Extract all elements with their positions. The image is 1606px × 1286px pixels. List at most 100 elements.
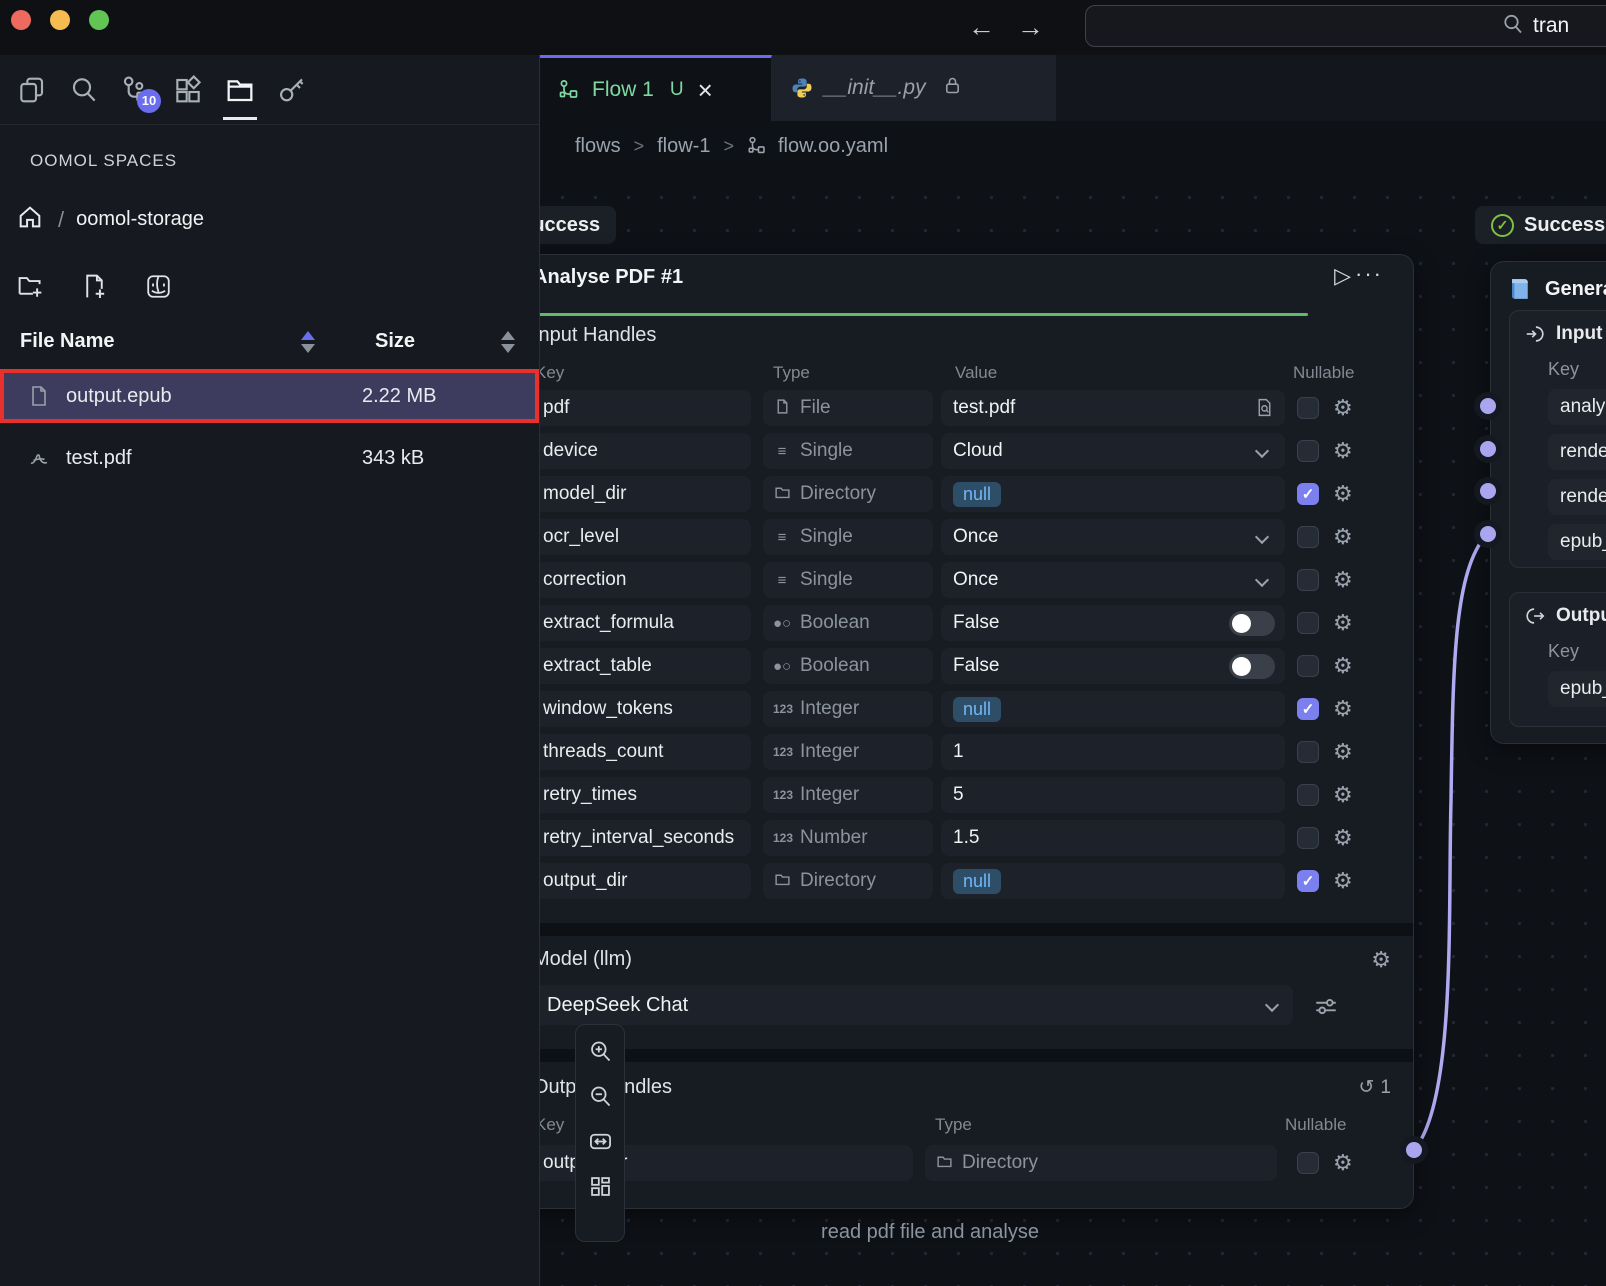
handle-value-field[interactable]: False null (941, 605, 1285, 641)
nullable-checkbox[interactable] (1297, 440, 1319, 462)
gear-icon[interactable]: ⚙ (1333, 741, 1353, 763)
handle-value-field[interactable]: 5 null (941, 777, 1285, 813)
node-generate[interactable]: Genera Input H Key analysrenderendeepub_ (1490, 261, 1606, 744)
nullable-checkbox[interactable] (1297, 784, 1319, 806)
activity-extensions-button[interactable] (162, 55, 214, 125)
nullable-checkbox[interactable] (1297, 870, 1319, 892)
nullable-checkbox[interactable] (1297, 741, 1319, 763)
tab-flow-1[interactable]: Flow 1 U × (540, 55, 772, 121)
file-picker-icon[interactable] (1254, 397, 1275, 424)
handle-value-field[interactable]: False null (941, 648, 1285, 684)
nullable-checkbox[interactable] (1297, 1152, 1319, 1174)
activity-files-button[interactable] (214, 55, 266, 125)
nullable-checkbox[interactable] (1297, 483, 1319, 505)
activity-secrets-button[interactable] (266, 55, 318, 125)
back-arrow-button[interactable]: ← (968, 12, 995, 43)
history-button[interactable]: ↺ 1 (1359, 1076, 1392, 1099)
nullable-checkbox[interactable] (1297, 827, 1319, 849)
gear-icon[interactable]: ⚙ (1333, 827, 1353, 849)
handle-key-field[interactable]: extract_table (540, 648, 751, 684)
layout-button[interactable] (586, 1172, 614, 1200)
nullable-checkbox[interactable] (1297, 698, 1319, 720)
node-analyse-pdf[interactable]: Analyse PDF #1 ▷ ··· Input Handles Key T… (540, 254, 1414, 1209)
run-node-button[interactable]: ▷ (1334, 263, 1351, 289)
gear-icon[interactable]: ⚙ (1333, 655, 1353, 677)
handle-key-field[interactable]: retry_times (540, 777, 751, 813)
nullable-checkbox[interactable] (1297, 612, 1319, 634)
nullable-checkbox[interactable] (1297, 526, 1319, 548)
handle-value-field[interactable]: null (941, 476, 1285, 512)
node-menu-button[interactable]: ··· (1355, 261, 1383, 287)
current-folder-name[interactable]: oomol-storage (76, 208, 204, 231)
input-port[interactable] (1480, 526, 1496, 542)
reveal-in-finder-button[interactable] (144, 272, 174, 302)
zoom-out-button[interactable] (586, 1082, 614, 1110)
breadcrumb-item-flow-1[interactable]: flow-1 (657, 135, 710, 158)
nullable-checkbox[interactable] (1297, 397, 1319, 419)
handle-value-field[interactable]: 1 null (941, 734, 1285, 770)
home-icon[interactable] (16, 203, 44, 236)
sort-file-name[interactable] (301, 331, 315, 353)
global-search-input[interactable]: tran (1085, 5, 1606, 47)
close-window-button[interactable] (11, 10, 31, 30)
handle-value-field[interactable]: Once null (941, 562, 1285, 598)
handle-key-field[interactable]: output_dir (540, 863, 751, 899)
forward-arrow-button[interactable]: → (1017, 12, 1044, 43)
breadcrumb-item-file[interactable]: flow.oo.yaml (778, 135, 888, 158)
gear-icon[interactable]: ⚙ (1333, 483, 1353, 505)
handle-key-field[interactable]: threads_count (540, 734, 751, 770)
handle-key-field[interactable]: retry_interval_seconds (540, 820, 751, 856)
activity-flows-button[interactable]: 10 (110, 55, 162, 125)
gear-icon[interactable]: ⚙ (1333, 612, 1353, 634)
boolean-toggle[interactable] (1229, 611, 1275, 636)
activity-search-button[interactable] (58, 55, 110, 125)
handle-key-field[interactable]: device (540, 433, 751, 469)
gear-icon[interactable]: ⚙ (1333, 870, 1353, 892)
handle-value-field[interactable]: null (941, 863, 1285, 899)
gear-icon[interactable]: ⚙ (1333, 569, 1353, 591)
activity-pages-button[interactable] (6, 55, 58, 125)
handle-key-field[interactable]: rende (1548, 479, 1606, 515)
input-port[interactable] (1480, 441, 1496, 457)
sort-size[interactable] (501, 331, 515, 353)
handle-key-field[interactable]: epub_ (1548, 524, 1606, 560)
flow-canvas[interactable]: ✓ Success Analyse PDF #1 ▷ ··· Input Han… (540, 171, 1606, 1286)
model-select[interactable]: DeepSeek Chat (540, 985, 1293, 1025)
gear-icon[interactable]: ⚙ (1333, 698, 1353, 720)
tab-init-py[interactable]: __init__.py (772, 55, 1056, 121)
model-tune-button[interactable] (1313, 993, 1339, 1025)
output-port[interactable] (1406, 1142, 1422, 1158)
handle-key-field[interactable]: correction (540, 562, 751, 598)
handle-key-field[interactable]: analys (1548, 389, 1606, 425)
gear-icon[interactable]: ⚙ (1333, 1152, 1353, 1174)
handle-key-field[interactable]: model_dir (540, 476, 751, 512)
boolean-toggle[interactable] (1229, 654, 1275, 679)
new-folder-button[interactable] (16, 272, 46, 302)
handle-value-field[interactable]: 1.5 null (941, 820, 1285, 856)
file-list-item[interactable]: test.pdf 343 kB (0, 433, 539, 483)
handle-key-field[interactable]: rende (1548, 434, 1606, 470)
nullable-checkbox[interactable] (1297, 655, 1319, 677)
close-tab-icon[interactable]: × (698, 77, 713, 103)
input-port[interactable] (1480, 483, 1496, 499)
input-port[interactable] (1480, 398, 1496, 414)
fit-view-button[interactable] (586, 1127, 614, 1155)
gear-icon[interactable]: ⚙ (1333, 526, 1353, 548)
gear-icon[interactable]: ⚙ (1333, 784, 1353, 806)
nullable-checkbox[interactable] (1297, 569, 1319, 591)
zoom-in-button[interactable] (586, 1037, 614, 1065)
handle-value-field[interactable]: null (941, 691, 1285, 727)
gear-icon[interactable]: ⚙ (1371, 949, 1391, 971)
breadcrumb-item-flows[interactable]: flows (575, 135, 621, 158)
handle-key-field[interactable]: extract_formula (540, 605, 751, 641)
handle-value-field[interactable]: Cloud null (941, 433, 1285, 469)
handle-value-field[interactable]: test.pdf null (941, 390, 1285, 426)
gear-icon[interactable]: ⚙ (1333, 440, 1353, 462)
gear-icon[interactable]: ⚙ (1333, 397, 1353, 419)
handle-key-field[interactable]: pdf (540, 390, 751, 426)
new-file-button[interactable] (80, 272, 110, 302)
file-list-item[interactable]: output.epub 2.22 MB (0, 369, 539, 423)
handle-key-field[interactable]: window_tokens (540, 691, 751, 727)
handle-value-field[interactable]: Once null (941, 519, 1285, 555)
minimize-window-button[interactable] (50, 10, 70, 30)
